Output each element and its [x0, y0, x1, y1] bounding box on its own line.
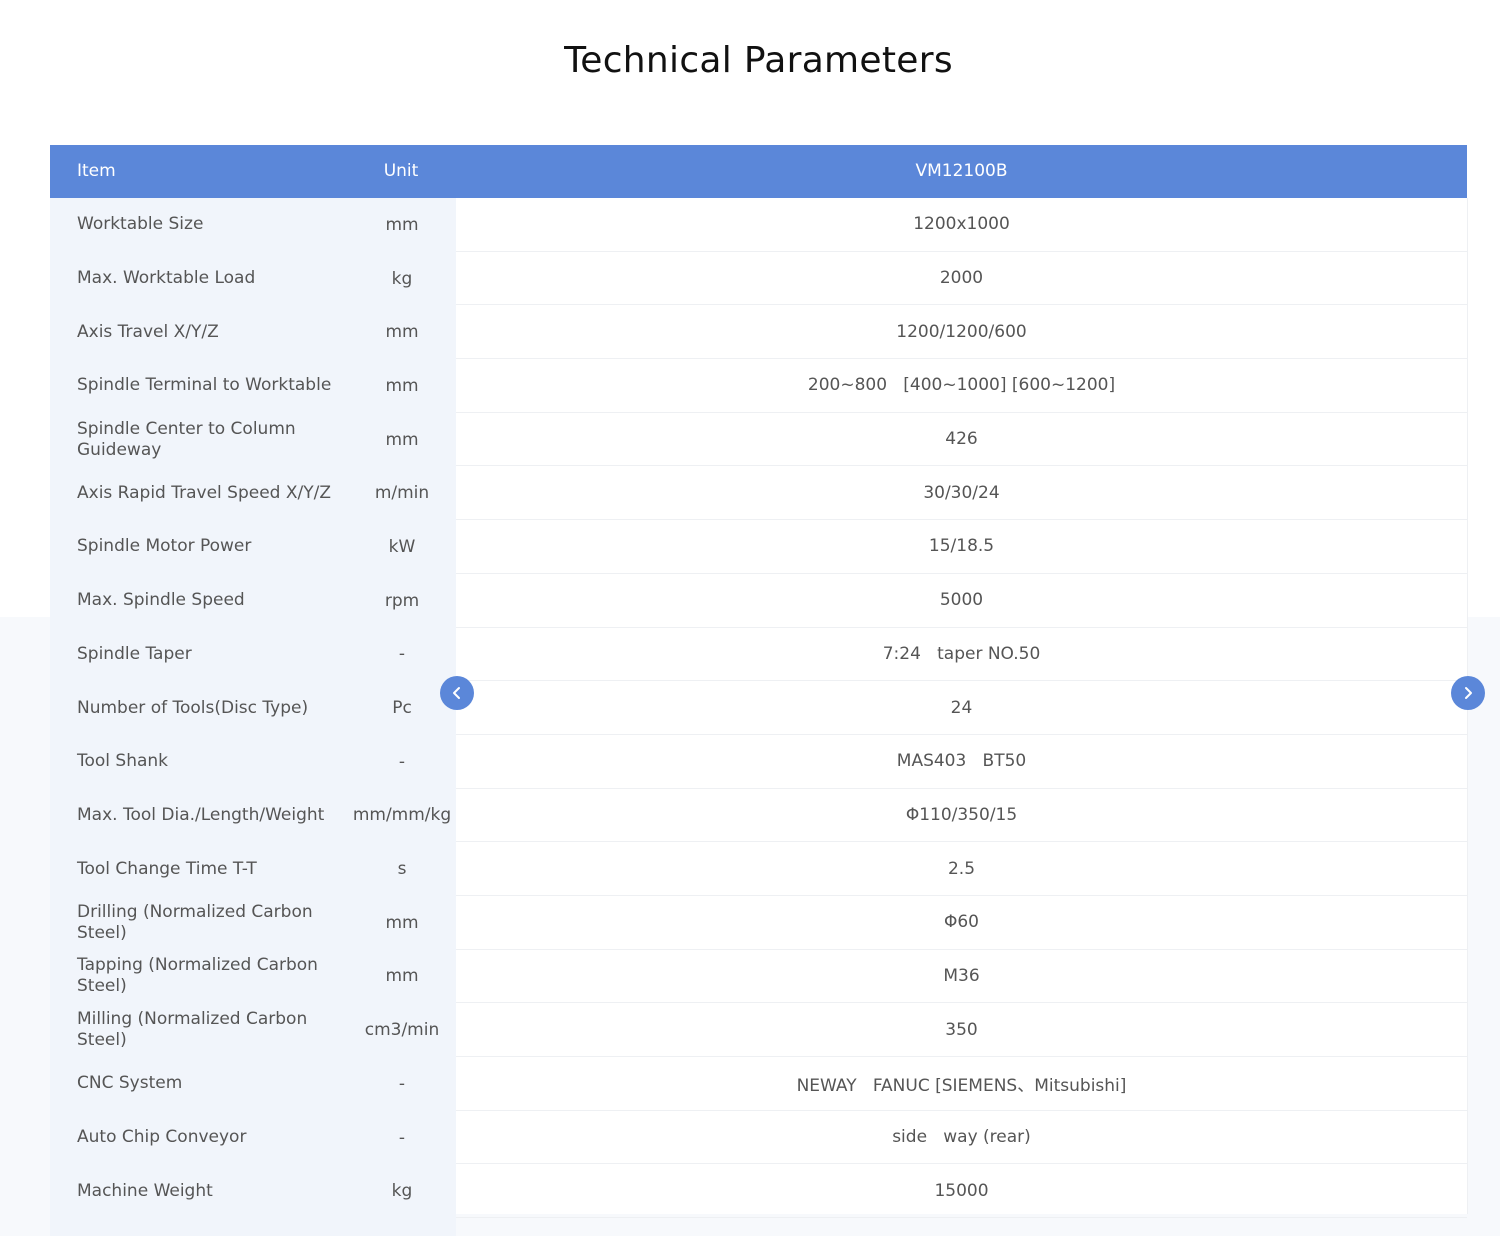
- table-row: Drilling (Normalized Carbon Steel) mm Φ6…: [50, 896, 1467, 950]
- row-value: 30/30/24: [456, 466, 1467, 521]
- row-value: side way (rear): [456, 1111, 1467, 1165]
- table-row: Max. Tool Dia./Length/Weight mm/mm/kg Φ1…: [50, 789, 1467, 843]
- row-value: 426: [456, 413, 1467, 467]
- row-item-label: Axis Rapid Travel Speed X/Y/Z: [77, 482, 332, 503]
- row-unit: m/min: [374, 483, 430, 504]
- row-unit: -: [398, 751, 406, 772]
- row-value: 1200x1000: [456, 198, 1467, 252]
- carousel-prev-button[interactable]: [440, 676, 474, 710]
- row-unit: mm: [385, 375, 419, 396]
- row-unit: cm3/min: [364, 1020, 440, 1041]
- table-row: Spindle Terminal to Worktable mm 200~800…: [50, 359, 1467, 413]
- row-item-label: Tool Shank: [77, 751, 169, 772]
- table-header: Item Unit VM12100B: [50, 145, 1467, 198]
- row-item-label: Max. Worktable Load: [77, 268, 256, 289]
- row-unit: mm: [385, 912, 419, 933]
- table-row: Worktable Size mm 1200x1000: [50, 198, 1467, 252]
- chevron-left-icon: [453, 687, 460, 699]
- row-item-label: Worktable Size: [77, 214, 204, 235]
- row-value: 15/18.5: [456, 520, 1467, 574]
- row-item-label: Max. Tool Dia./Length/Weight: [77, 804, 325, 825]
- row-value: 15000: [456, 1164, 1467, 1219]
- table-row: Axis Travel X/Y/Z mm 1200/1200/600: [50, 305, 1467, 360]
- carousel-next-button[interactable]: [1451, 676, 1485, 710]
- row-value: 7:24 taper NO.50: [456, 628, 1467, 682]
- row-value: NEWAY FANUC [SIEMENS、Mitsubishi]: [456, 1057, 1467, 1111]
- row-item-label: Auto Chip Conveyor: [77, 1127, 247, 1148]
- row-value: 2000: [456, 252, 1467, 306]
- row-unit: kg: [391, 1181, 413, 1202]
- row-value: 5000: [456, 574, 1467, 628]
- row-unit: s: [397, 859, 407, 880]
- row-value: Φ60: [456, 896, 1467, 950]
- table-row: Number of Tools(Disc Type) Pc 24: [50, 681, 1467, 735]
- row-value: 1200/1200/600: [456, 305, 1467, 360]
- row-item-label: Drilling (Normalized Carbon Steel): [77, 901, 313, 943]
- row-value: MAS403 BT50: [456, 735, 1467, 789]
- chevron-right-icon: [1465, 687, 1472, 699]
- row-item-label: Spindle Taper: [77, 643, 192, 664]
- row-unit: kg: [391, 268, 413, 289]
- row-unit: rpm: [384, 590, 420, 611]
- row-value: Φ110/350/15: [456, 789, 1467, 843]
- table-row: Milling (Normalized Carbon Steel) cm3/mi…: [50, 1003, 1467, 1057]
- row-item-label: Max. Spindle Speed: [77, 590, 245, 611]
- row-unit: mm: [385, 322, 419, 343]
- table-row: Axis Rapid Travel Speed X/Y/Z m/min 30/3…: [50, 466, 1467, 521]
- table-row: Spindle Taper - 7:24 taper NO.50: [50, 628, 1467, 682]
- row-unit: kW: [388, 536, 416, 557]
- row-value: M36: [456, 950, 1467, 1004]
- table-row: CNC System - NEWAY FANUC [SIEMENS、Mitsub…: [50, 1057, 1467, 1111]
- row-unit: mm: [385, 214, 419, 235]
- row-item-label: Machine Weight: [77, 1180, 213, 1201]
- header-item: Item: [77, 161, 116, 181]
- row-item-label: CNC System: [77, 1073, 183, 1094]
- header-unit: Unit: [383, 161, 419, 181]
- row-unit: -: [398, 1073, 406, 1094]
- row-item-label: Number of Tools(Disc Type): [77, 697, 309, 718]
- row-item-label: Milling (Normalized Carbon Steel): [77, 1009, 308, 1051]
- table-row: Max. Spindle Speed rpm 5000: [50, 574, 1467, 628]
- row-unit: mm: [385, 429, 419, 450]
- row-value: 350: [456, 1003, 1467, 1057]
- row-item-label: Spindle Motor Power: [77, 536, 252, 557]
- row-value: 24: [456, 681, 1467, 735]
- row-unit: mm/mm/kg: [352, 805, 452, 826]
- row-value: 200~800 [400~1000] [600~1200]: [456, 359, 1467, 413]
- table-body: Worktable Size mm 1200x1000 Max. Worktab…: [50, 198, 1467, 1219]
- row-item-label: Axis Travel X/Y/Z: [77, 321, 219, 342]
- table-row: Max. Worktable Load kg 2000: [50, 252, 1467, 306]
- row-unit: -: [398, 1127, 406, 1148]
- row-unit: mm: [385, 966, 419, 987]
- table-row: Auto Chip Conveyor - side way (rear): [50, 1111, 1467, 1165]
- row-item-label: Spindle Terminal to Worktable: [77, 375, 332, 396]
- table-row: Tool Change Time T-T s 2.5: [50, 842, 1467, 896]
- row-item-label: Tapping (Normalized Carbon Steel): [77, 955, 318, 997]
- technical-parameters-table: Item Unit VM12100B Worktable Size mm 120…: [50, 145, 1468, 1236]
- table-row: Machine Weight kg 15000: [50, 1164, 1467, 1219]
- row-unit: -: [398, 644, 406, 665]
- table-row: Tool Shank - MAS403 BT50: [50, 735, 1467, 789]
- row-value: 2.5: [456, 842, 1467, 896]
- row-item-label: Spindle Center to Column Guideway: [77, 418, 296, 460]
- table-row: Spindle Motor Power kW 15/18.5: [50, 520, 1467, 574]
- header-model: VM12100B: [915, 161, 1008, 181]
- page-title: Technical Parameters: [564, 40, 953, 81]
- row-item-label: Tool Change Time T-T: [77, 858, 257, 879]
- table-row: Tapping (Normalized Carbon Steel) mm M36: [50, 950, 1467, 1004]
- table-row: Spindle Center to Column Guideway mm 426: [50, 413, 1467, 467]
